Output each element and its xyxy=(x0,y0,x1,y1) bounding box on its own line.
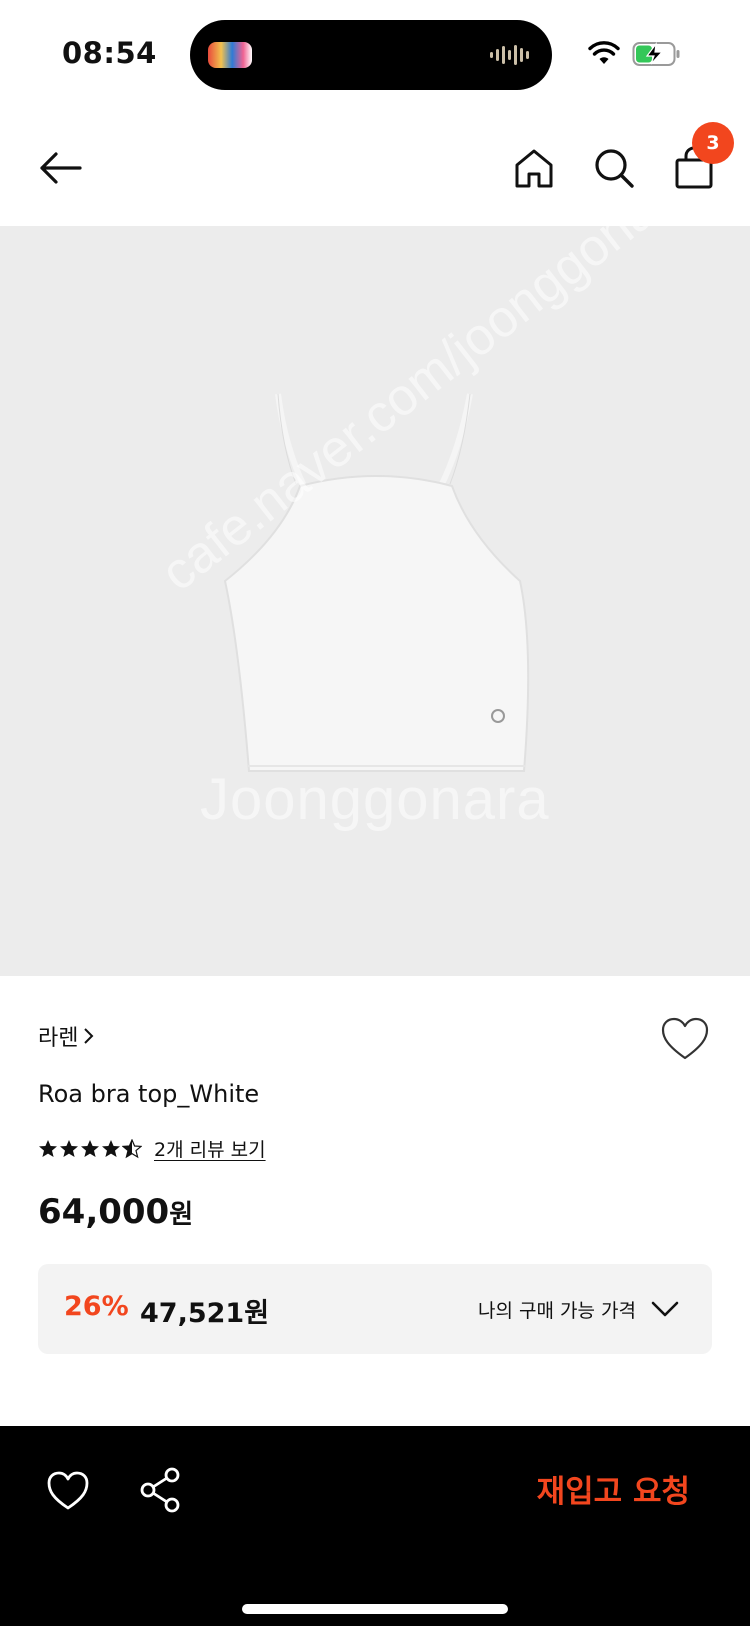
brand-name: 라렌 xyxy=(38,1026,79,1051)
watermark-logo: Joonggonara xyxy=(200,767,550,832)
status-bar: 08:54 xyxy=(0,0,750,110)
battery-charging-icon xyxy=(632,41,680,66)
wifi-icon xyxy=(588,41,620,64)
audio-waveform-icon xyxy=(490,44,530,66)
top-nav: 3 xyxy=(0,110,750,226)
restock-request-button[interactable]: 재입고 요청 xyxy=(490,1466,690,1516)
status-time: 08:54 xyxy=(62,36,157,70)
my-price-dropdown[interactable]: 26% 47,521원 나의 구매 가능 가격 xyxy=(38,1264,712,1354)
heart-icon[interactable] xyxy=(46,1470,90,1512)
brand-link[interactable]: 라렌 xyxy=(38,1020,94,1052)
camisole-top-image xyxy=(223,393,530,772)
price-unit: 원 xyxy=(169,1200,194,1230)
home-icon[interactable] xyxy=(512,146,556,190)
now-playing-artwork xyxy=(208,42,252,68)
my-price-label: 나의 구매 가능 가격 xyxy=(478,1300,636,1322)
star-rating xyxy=(38,1138,142,1159)
price-amount: 64,000 xyxy=(38,1192,170,1232)
star-full-icon xyxy=(81,1139,99,1157)
heart-outline-icon[interactable] xyxy=(660,1016,710,1062)
bottom-action-bar: 재입고 요청 xyxy=(0,1426,750,1626)
chevron-right-icon xyxy=(84,1028,94,1044)
share-icon[interactable] xyxy=(138,1466,182,1514)
back-arrow-icon[interactable] xyxy=(36,146,84,190)
dynamic-island xyxy=(190,20,552,90)
product-title: Roa bra top_White xyxy=(38,1080,260,1108)
search-icon[interactable] xyxy=(592,146,636,190)
star-full-icon xyxy=(60,1139,78,1157)
star-full-icon xyxy=(102,1139,120,1157)
discounted-price: 47,521원 xyxy=(140,1298,270,1329)
discount-rate: 26% xyxy=(64,1291,129,1322)
review-link[interactable]: 2개 리뷰 보기 xyxy=(154,1135,266,1162)
star-full-icon xyxy=(39,1139,57,1157)
home-indicator xyxy=(242,1604,508,1614)
cart-count-badge: 3 xyxy=(692,122,734,164)
star-half-icon xyxy=(122,1138,142,1158)
rating-row: 2개 리뷰 보기 xyxy=(38,1135,266,1162)
product-image[interactable]: cafe.naver.com/joonggonara Joonggonara xyxy=(0,226,750,976)
original-price: 64,000원 xyxy=(38,1192,193,1232)
chevron-down-icon xyxy=(651,1301,679,1317)
